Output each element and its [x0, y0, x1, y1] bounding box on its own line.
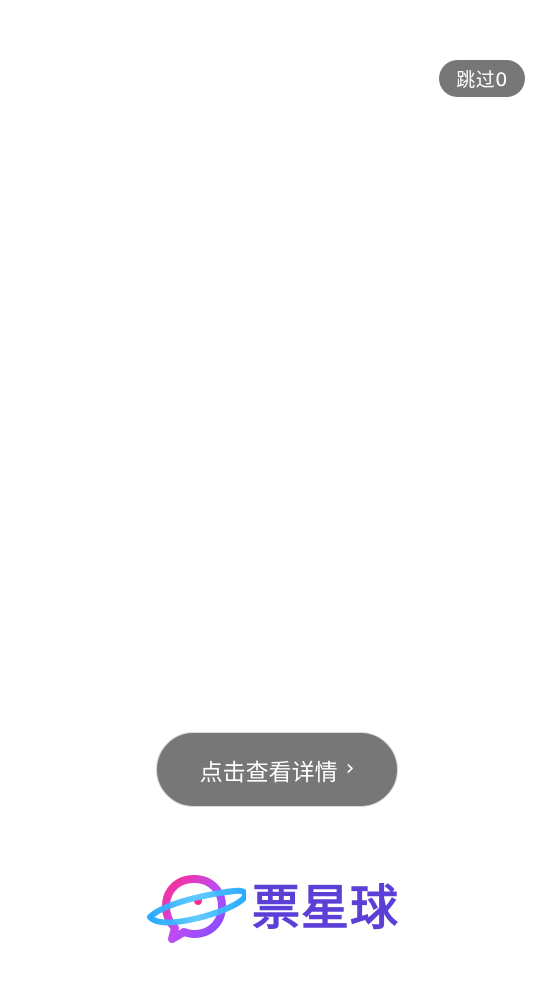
- view-details-label: 点击查看详情: [199, 759, 338, 786]
- chevron-right-icon: ›: [345, 756, 355, 781]
- skip-button-label: 跳过0: [456, 69, 508, 91]
- view-details-button[interactable]: 点击查看详情 ›: [156, 732, 398, 807]
- skip-button[interactable]: 跳过0: [439, 60, 525, 97]
- brand-logo-text: 票星球: [252, 880, 400, 936]
- brand-logo: 票星球: [142, 872, 412, 944]
- planet-logo-icon: [147, 875, 246, 943]
